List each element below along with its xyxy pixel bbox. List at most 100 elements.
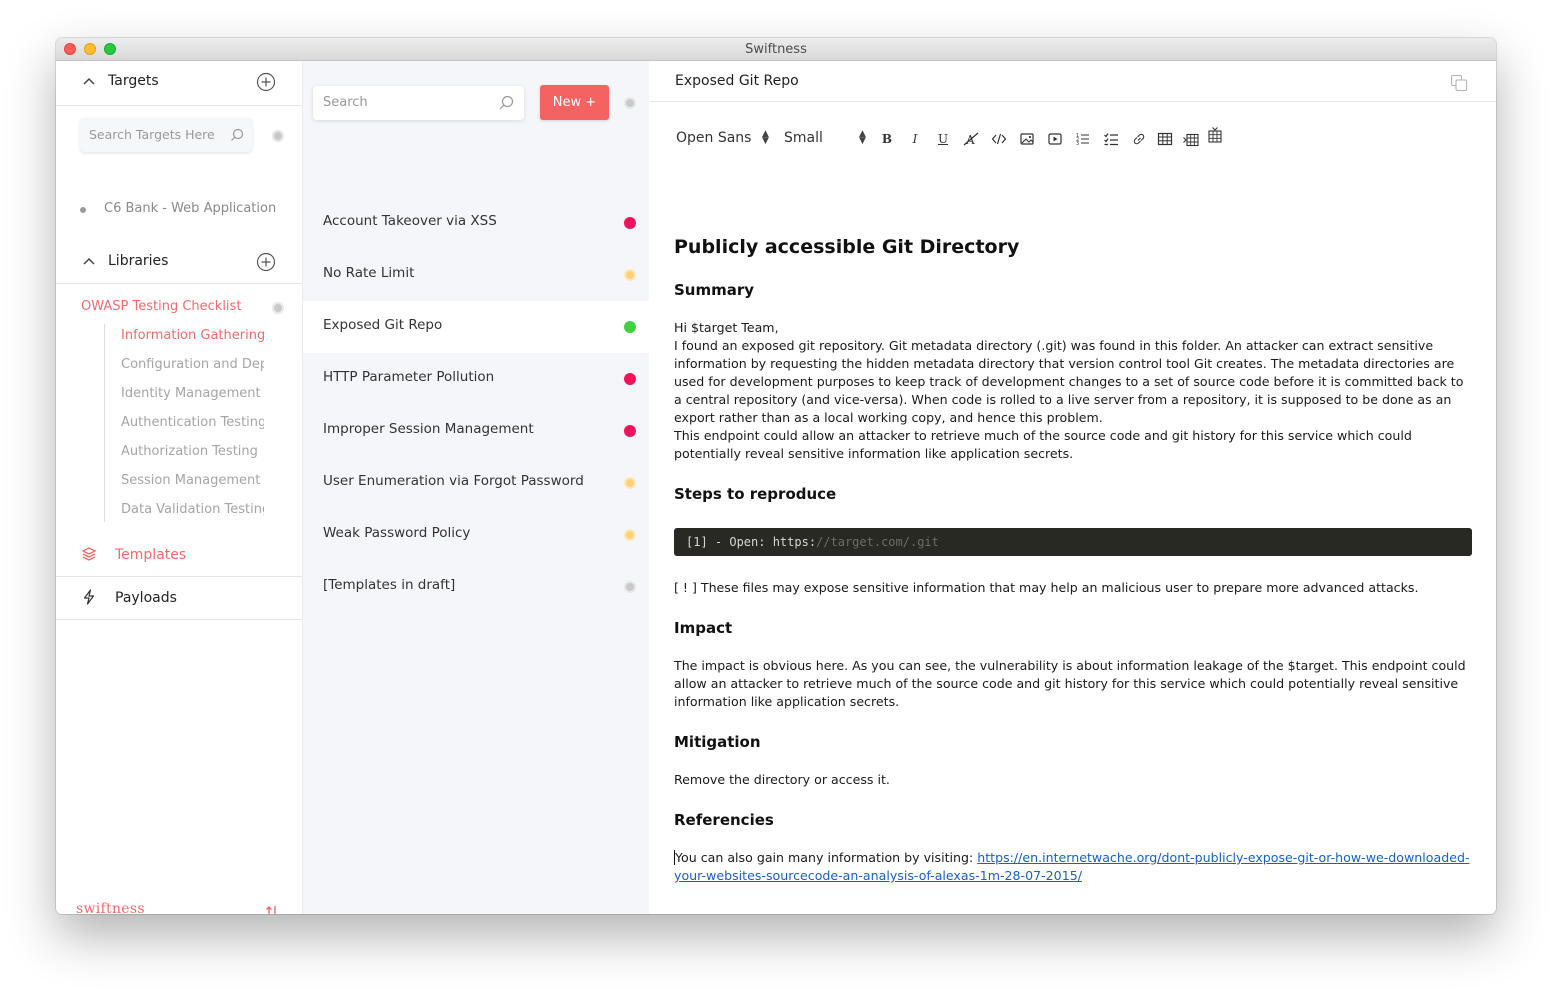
chevron-up-icon[interactable] (82, 75, 96, 89)
steps-note[interactable]: [ ! ] These files may expose sensitive i… (674, 579, 1474, 597)
targets-section-header[interactable]: Targets (56, 61, 302, 106)
library-item-session-management[interactable]: Session Management T (121, 473, 264, 488)
target-filter-dot[interactable] (272, 130, 284, 142)
summary-text[interactable]: Hi $target Team, I found an exposed git … (674, 319, 1474, 463)
brand-logo: swiftness (76, 901, 145, 914)
report-item-label: Weak Password Policy (323, 525, 471, 541)
copy-icon[interactable] (1450, 74, 1468, 92)
checklist-icon[interactable] (1103, 131, 1119, 147)
library-title[interactable]: OWASP Testing Checklist (81, 299, 241, 314)
library-item-authorization[interactable]: Authorization Testing (121, 444, 264, 459)
nav-payloads[interactable]: Payloads (56, 576, 302, 620)
video-icon[interactable] (1047, 131, 1063, 147)
status-dot (624, 269, 636, 281)
sidebar: Targets Search Targets Here C6 Bank - We… (56, 61, 303, 914)
nav-templates[interactable]: Templates (56, 534, 302, 576)
list-status-dot[interactable] (624, 97, 636, 109)
insert-column-icon[interactable] (1207, 127, 1223, 143)
add-library-icon[interactable] (256, 252, 276, 272)
library-item-authentication[interactable]: Authentication Testing (121, 415, 264, 430)
target-search-placeholder: Search Targets Here (89, 127, 215, 142)
summary-line: This endpoint could allow an attacker to… (674, 428, 1412, 461)
target-bullet-icon (80, 207, 86, 213)
font-family-select[interactable]: Open Sans ▲ ▼ (676, 130, 769, 147)
library-item-configuration[interactable]: Configuration and Dep (121, 357, 264, 372)
report-item[interactable]: Account Takeover via XSS (303, 197, 649, 249)
chevron-up-icon[interactable] (82, 255, 96, 269)
status-dot (624, 217, 636, 229)
search-icon (499, 95, 514, 110)
svg-text:3: 3 (1076, 141, 1079, 147)
report-item[interactable]: HTTP Parameter Pollution (303, 353, 649, 405)
library-item-data-validation[interactable]: Data Validation Testing (121, 502, 264, 517)
references-prefix: You can also gain many information by vi… (675, 850, 978, 865)
code-comment: //target.com/.git (816, 535, 939, 549)
report-search-placeholder: Search (323, 95, 368, 110)
font-size-select[interactable]: Small ▲ ▼ (784, 130, 866, 147)
add-target-icon[interactable] (256, 72, 276, 92)
references-text[interactable]: You can also gain many information by vi… (674, 849, 1474, 885)
payloads-label: Payloads (115, 590, 177, 606)
strikethrough-icon[interactable]: A (963, 131, 979, 147)
layers-icon (81, 547, 97, 561)
italic-icon[interactable]: I (907, 131, 923, 147)
report-item-label: User Enumeration via Forgot Password (323, 473, 584, 489)
ordered-list-icon[interactable]: 123 (1075, 131, 1091, 147)
report-item[interactable]: Weak Password Policy (303, 509, 649, 561)
templates-label: Templates (115, 547, 187, 563)
report-search-input[interactable]: Search (313, 86, 524, 120)
report-editor: Exposed Git Repo Open Sans ▲ ▼ Small ▲ ▼ B… (650, 61, 1496, 914)
report-title[interactable]: Exposed Git Repo (675, 73, 799, 89)
lightning-icon (83, 589, 95, 605)
status-dot (624, 477, 636, 489)
table-icon[interactable] (1157, 131, 1173, 147)
report-item[interactable]: [Templates in draft] (303, 561, 649, 613)
libraries-label: Libraries (108, 253, 169, 269)
library-item-information-gathering[interactable]: Information Gathering (121, 328, 264, 343)
summary-line: Hi $target Team, (674, 320, 779, 335)
image-icon[interactable] (1019, 131, 1035, 147)
report-list-panel: Search New + Account Takeover via XSS No… (303, 61, 649, 914)
report-item-label: No Rate Limit (323, 265, 415, 281)
report-item-selected[interactable]: Exposed Git Repo (303, 301, 649, 353)
font-size-value: Small (784, 130, 823, 146)
report-item[interactable]: No Rate Limit (303, 249, 649, 301)
tree-line (104, 324, 105, 522)
report-item[interactable]: User Enumeration via Forgot Password (303, 457, 649, 509)
sort-icon[interactable] (264, 904, 280, 914)
summary-line: I found an exposed git repository. Git m… (674, 338, 1464, 425)
doc-heading: Publicly accessible Git Directory (674, 236, 1020, 258)
report-item-label: Account Takeover via XSS (323, 213, 497, 229)
library-item-identity-management[interactable]: Identity Management T (121, 386, 264, 401)
link-icon[interactable] (1131, 131, 1147, 147)
bold-icon[interactable]: B (879, 131, 895, 147)
underline-icon[interactable]: U (935, 131, 951, 147)
title-bar: Swiftness (56, 38, 1496, 61)
editor-toolbar: Open Sans ▲▼ Small ▲▼ B I U A 123 (650, 125, 1496, 155)
report-item-label: HTTP Parameter Pollution (323, 369, 495, 385)
impact-text[interactable]: The impact is obvious here. As you can s… (674, 657, 1474, 711)
targets-label: Targets (108, 73, 159, 89)
report-item[interactable]: Improper Session Management (303, 405, 649, 457)
report-item-label: Improper Session Management (323, 421, 534, 437)
status-dot (624, 373, 636, 385)
library-status-dot[interactable] (272, 302, 284, 314)
window-title: Swiftness (745, 42, 807, 57)
mitigation-text[interactable]: Remove the directory or access it. (674, 771, 1474, 789)
mitigation-heading: Mitigation (674, 733, 761, 751)
select-arrows-icon: ▲ ▼ (859, 129, 866, 146)
libraries-section-header[interactable]: Libraries (56, 241, 302, 284)
status-dot (624, 321, 636, 333)
target-item-label: C6 Bank - Web Application (104, 201, 277, 216)
code-block[interactable]: [1] - Open: https://target.com/.git (674, 528, 1472, 556)
summary-heading: Summary (674, 281, 755, 299)
target-search-input[interactable]: Search Targets Here (80, 118, 252, 152)
status-dot (624, 529, 636, 541)
new-report-button[interactable]: New + (540, 85, 609, 120)
font-family-value: Open Sans (676, 130, 752, 146)
code-text: [1] - Open: https: (686, 535, 817, 549)
steps-heading: Steps to reproduce (674, 485, 837, 503)
report-item-label: [Templates in draft] (323, 577, 456, 593)
insert-row-icon[interactable] (1183, 131, 1199, 147)
code-icon[interactable] (991, 131, 1007, 147)
